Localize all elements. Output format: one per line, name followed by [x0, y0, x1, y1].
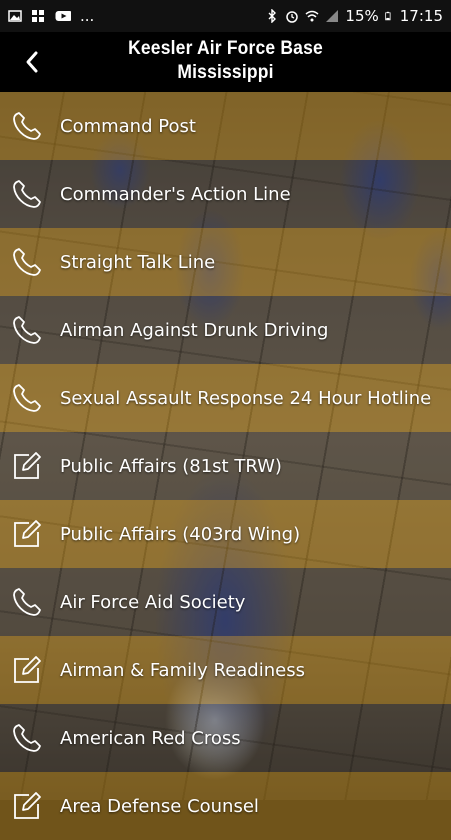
list-item-label: Area Defense Counsel [60, 795, 259, 817]
battery-percent: 15% [345, 7, 379, 25]
list-item-label: Public Affairs (81st TRW) [60, 455, 282, 477]
phone-icon [13, 180, 41, 208]
edit-icon [14, 452, 41, 479]
phone-icon [13, 248, 41, 276]
list-item[interactable]: Straight Talk Line [0, 228, 451, 296]
phone-icon [13, 384, 41, 412]
list-item[interactable]: Public Affairs (403rd Wing) [0, 500, 451, 568]
list-item[interactable]: Commander's Action Line [0, 160, 451, 228]
list-item-label: American Red Cross [60, 727, 241, 749]
phone-icon [13, 724, 41, 752]
list-item-label: Commander's Action Line [60, 183, 291, 205]
list-item-label: Command Post [60, 115, 196, 137]
youtube-icon [55, 11, 71, 21]
signal-icon [326, 10, 339, 22]
app-header: Keesler Air Force Base Mississippi [0, 32, 451, 92]
list-item[interactable]: Command Post [0, 92, 451, 160]
contact-list: Command Post Commander's Action Line Str… [0, 92, 451, 840]
edit-icon [14, 520, 41, 547]
list-item[interactable]: Airman & Family Readiness [0, 636, 451, 704]
phone-icon [13, 588, 41, 616]
page-title: Keesler Air Force Base Mississippi [60, 37, 391, 85]
list-item-label: Public Affairs (403rd Wing) [60, 523, 301, 545]
edit-icon [14, 656, 41, 683]
list-item-label: Airman & Family Readiness [60, 659, 305, 681]
list-item[interactable]: Air Force Aid Society [0, 568, 451, 636]
windows-icon [32, 10, 44, 22]
clock: 17:15 [399, 7, 443, 25]
list-item-label: Airman Against Drunk Driving [60, 319, 329, 341]
alarm-icon [286, 11, 299, 23]
gallery-icon [8, 10, 22, 22]
back-button[interactable] [18, 48, 46, 76]
page-title-line1: Keesler Air Force Base [128, 38, 323, 59]
list-item[interactable]: Airman Against Drunk Driving [0, 296, 451, 364]
status-bar: ... 15% 17:15 [0, 0, 451, 32]
page-title-line2: Mississippi [177, 62, 274, 83]
phone-icon [13, 112, 41, 140]
list-item-label: Straight Talk Line [60, 251, 216, 273]
list-item[interactable]: Area Defense Counsel [0, 772, 451, 840]
list-item-label: Sexual Assault Response 24 Hour Hotline [60, 387, 432, 409]
list-item[interactable]: American Red Cross [0, 704, 451, 772]
status-more: ... [80, 7, 95, 25]
list-item[interactable]: Public Affairs (81st TRW) [0, 432, 451, 500]
edit-icon [14, 792, 41, 819]
phone-icon [13, 316, 41, 344]
chevron-left-icon [26, 51, 38, 73]
battery-icon [385, 11, 391, 21]
list-item[interactable]: Sexual Assault Response 24 Hour Hotline [0, 364, 451, 432]
wifi-icon [305, 10, 319, 22]
list-item-label: Air Force Aid Society [60, 591, 246, 613]
bluetooth-icon [268, 9, 277, 23]
